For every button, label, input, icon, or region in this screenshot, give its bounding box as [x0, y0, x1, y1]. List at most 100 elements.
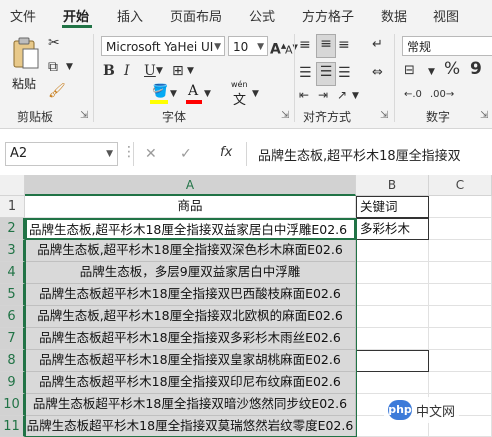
- tab-data[interactable]: 数据: [381, 6, 407, 25]
- cell-a7[interactable]: 品牌生态板超平杉木18厘全指接双多彩杉木雨丝E02.6: [25, 328, 356, 350]
- cell-c8[interactable]: [429, 350, 492, 372]
- cell-b3[interactable]: [356, 240, 429, 262]
- tab-home[interactable]: 开始: [63, 6, 89, 25]
- font-color-button[interactable]: A: [184, 83, 204, 104]
- cell-a3[interactable]: 品牌生态板,超平杉木18厘全指接双深色杉木麻面E02.6: [25, 240, 356, 262]
- currency-dropdown-icon[interactable]: ▼: [428, 63, 435, 81]
- cell-c3[interactable]: [429, 240, 492, 262]
- italic-button[interactable]: I: [124, 62, 130, 80]
- font-launcher-icon[interactable]: ⇲: [281, 110, 289, 121]
- cell-b9[interactable]: [356, 372, 429, 394]
- cell-c5[interactable]: [429, 284, 492, 306]
- format-painter-icon[interactable]: 🖌: [48, 82, 66, 100]
- name-box[interactable]: A2 ▼: [5, 142, 118, 166]
- grow-font-icon[interactable]: A▲: [270, 37, 286, 59]
- cell-a9[interactable]: 品牌生态板超平杉木18厘全指接双印尼布纹麻面E02.6: [25, 372, 356, 394]
- column-header-b[interactable]: B: [356, 175, 429, 196]
- font-size-select[interactable]: 10 ▼: [228, 36, 268, 56]
- decrease-decimal-icon[interactable]: .00→: [430, 86, 454, 104]
- insert-function-button[interactable]: fx: [220, 145, 232, 160]
- row-header[interactable]: 2: [0, 218, 25, 240]
- orientation-dropdown-icon[interactable]: ▼: [352, 87, 359, 105]
- cell-b8[interactable]: [356, 350, 429, 372]
- align-center-icon[interactable]: ☰: [316, 62, 336, 86]
- align-right-icon[interactable]: ☰: [338, 64, 351, 82]
- decrease-indent-icon[interactable]: ⇤: [299, 86, 309, 104]
- cell-b2[interactable]: 多彩杉木: [356, 218, 429, 240]
- cell-c9[interactable]: [429, 372, 492, 394]
- cell-c4[interactable]: [429, 262, 492, 284]
- percent-button[interactable]: %: [444, 60, 460, 78]
- cut-icon[interactable]: ✂: [48, 34, 60, 52]
- row-header[interactable]: 1: [0, 196, 25, 218]
- row-header[interactable]: 11: [0, 416, 25, 437]
- shrink-font-icon[interactable]: A▼: [285, 38, 298, 60]
- cell-b4[interactable]: [356, 262, 429, 284]
- cell-c2[interactable]: [429, 218, 492, 240]
- column-header-c[interactable]: C: [429, 175, 492, 196]
- tab-file[interactable]: 文件: [10, 6, 36, 25]
- row-header[interactable]: 3: [0, 240, 25, 262]
- row-header[interactable]: 5: [0, 284, 25, 306]
- tab-fangfang[interactable]: 方方格子: [302, 6, 354, 25]
- cell-b7[interactable]: [356, 328, 429, 350]
- row-header[interactable]: 9: [0, 372, 25, 394]
- phonetic-button[interactable]: wén 文: [229, 80, 253, 108]
- cell-b6[interactable]: [356, 306, 429, 328]
- borders-icon[interactable]: ⊞: [172, 62, 184, 80]
- increase-indent-icon[interactable]: ⇥: [318, 86, 328, 104]
- row-header[interactable]: 6: [0, 306, 25, 328]
- cell-a8[interactable]: 品牌生态板超平杉木18厘全指接双皇家胡桃麻面E02.6: [25, 350, 356, 372]
- cell-a2[interactable]: 品牌生态板,超平杉木18厘全指接双益家居白中浮雕E02.6: [25, 218, 356, 240]
- comma-button[interactable]: 9: [470, 60, 482, 78]
- tab-view[interactable]: 视图: [433, 6, 459, 25]
- cell-a6[interactable]: 品牌生态板,超平杉木18厘全指接双北欧枫的麻面E02.6: [25, 306, 356, 328]
- formula-input[interactable]: 品牌生态板,超平杉木18厘全指接双: [258, 145, 492, 164]
- increase-decimal-icon[interactable]: ←.0: [404, 86, 422, 104]
- row-header[interactable]: 8: [0, 350, 25, 372]
- cell-b5[interactable]: [356, 284, 429, 306]
- cell-a5[interactable]: 品牌生态板超平杉木18厘全指接双巴西酸枝麻面E02.6: [25, 284, 356, 306]
- cell-a10[interactable]: 品牌生态板超平杉木18厘全指接双暗沙悠然同步纹E02.6: [25, 394, 356, 416]
- bold-button[interactable]: B: [103, 62, 115, 80]
- cell-a11[interactable]: 品牌生态板超平杉木18厘全指接双莫瑞悠然岩纹零度E02.6: [25, 416, 356, 437]
- underline-dropdown-icon[interactable]: ▼: [156, 62, 163, 80]
- copy-dropdown-icon[interactable]: ▼: [66, 58, 73, 76]
- borders-dropdown-icon[interactable]: ▼: [187, 62, 194, 80]
- currency-icon[interactable]: ⊟: [404, 62, 415, 80]
- fill-color-button[interactable]: 🪣: [148, 84, 170, 104]
- enter-icon[interactable]: ✓: [180, 146, 192, 162]
- row-header[interactable]: 10: [0, 394, 25, 416]
- align-left-icon[interactable]: ☰: [299, 64, 312, 82]
- paste-button[interactable]: 粘贴: [8, 34, 44, 94]
- select-all-corner[interactable]: [0, 175, 25, 196]
- number-launcher-icon[interactable]: ⇲: [480, 110, 488, 121]
- cell-a4[interactable]: 品牌生态板，多层9厘双益家居白中浮雕: [25, 262, 356, 284]
- cell-c7[interactable]: [429, 328, 492, 350]
- cancel-icon[interactable]: ✕: [145, 146, 157, 162]
- orientation-icon[interactable]: ↗: [337, 86, 347, 104]
- column-header-a[interactable]: A: [25, 175, 356, 196]
- cell-b1[interactable]: 关键词: [356, 196, 429, 218]
- cell-c6[interactable]: [429, 306, 492, 328]
- alignment-launcher-icon[interactable]: ⇲: [380, 110, 388, 121]
- cell-a1[interactable]: 商品: [25, 196, 356, 218]
- align-top-icon[interactable]: ≡: [299, 36, 311, 54]
- cell-c1[interactable]: [429, 196, 492, 218]
- tab-page-layout[interactable]: 页面布局: [170, 6, 222, 25]
- row-header[interactable]: 7: [0, 328, 25, 350]
- tab-insert[interactable]: 插入: [117, 6, 143, 25]
- clipboard-launcher-icon[interactable]: ⇲: [80, 110, 88, 121]
- tab-formulas[interactable]: 公式: [249, 6, 275, 25]
- underline-button[interactable]: U: [144, 62, 156, 80]
- copy-icon[interactable]: ⧉: [48, 58, 58, 76]
- font-color-dropdown-icon[interactable]: ▼: [204, 85, 211, 103]
- align-bottom-icon[interactable]: ≡: [338, 36, 350, 54]
- wrap-text-icon[interactable]: ↵: [372, 36, 383, 54]
- fill-dropdown-icon[interactable]: ▼: [170, 85, 177, 103]
- number-format-select[interactable]: 常规: [402, 36, 492, 56]
- phonetic-dropdown-icon[interactable]: ▼: [252, 85, 259, 103]
- font-name-select[interactable]: Microsoft YaHei UI ▼: [101, 36, 225, 56]
- align-middle-icon[interactable]: ≡: [316, 34, 336, 58]
- row-header[interactable]: 4: [0, 262, 25, 284]
